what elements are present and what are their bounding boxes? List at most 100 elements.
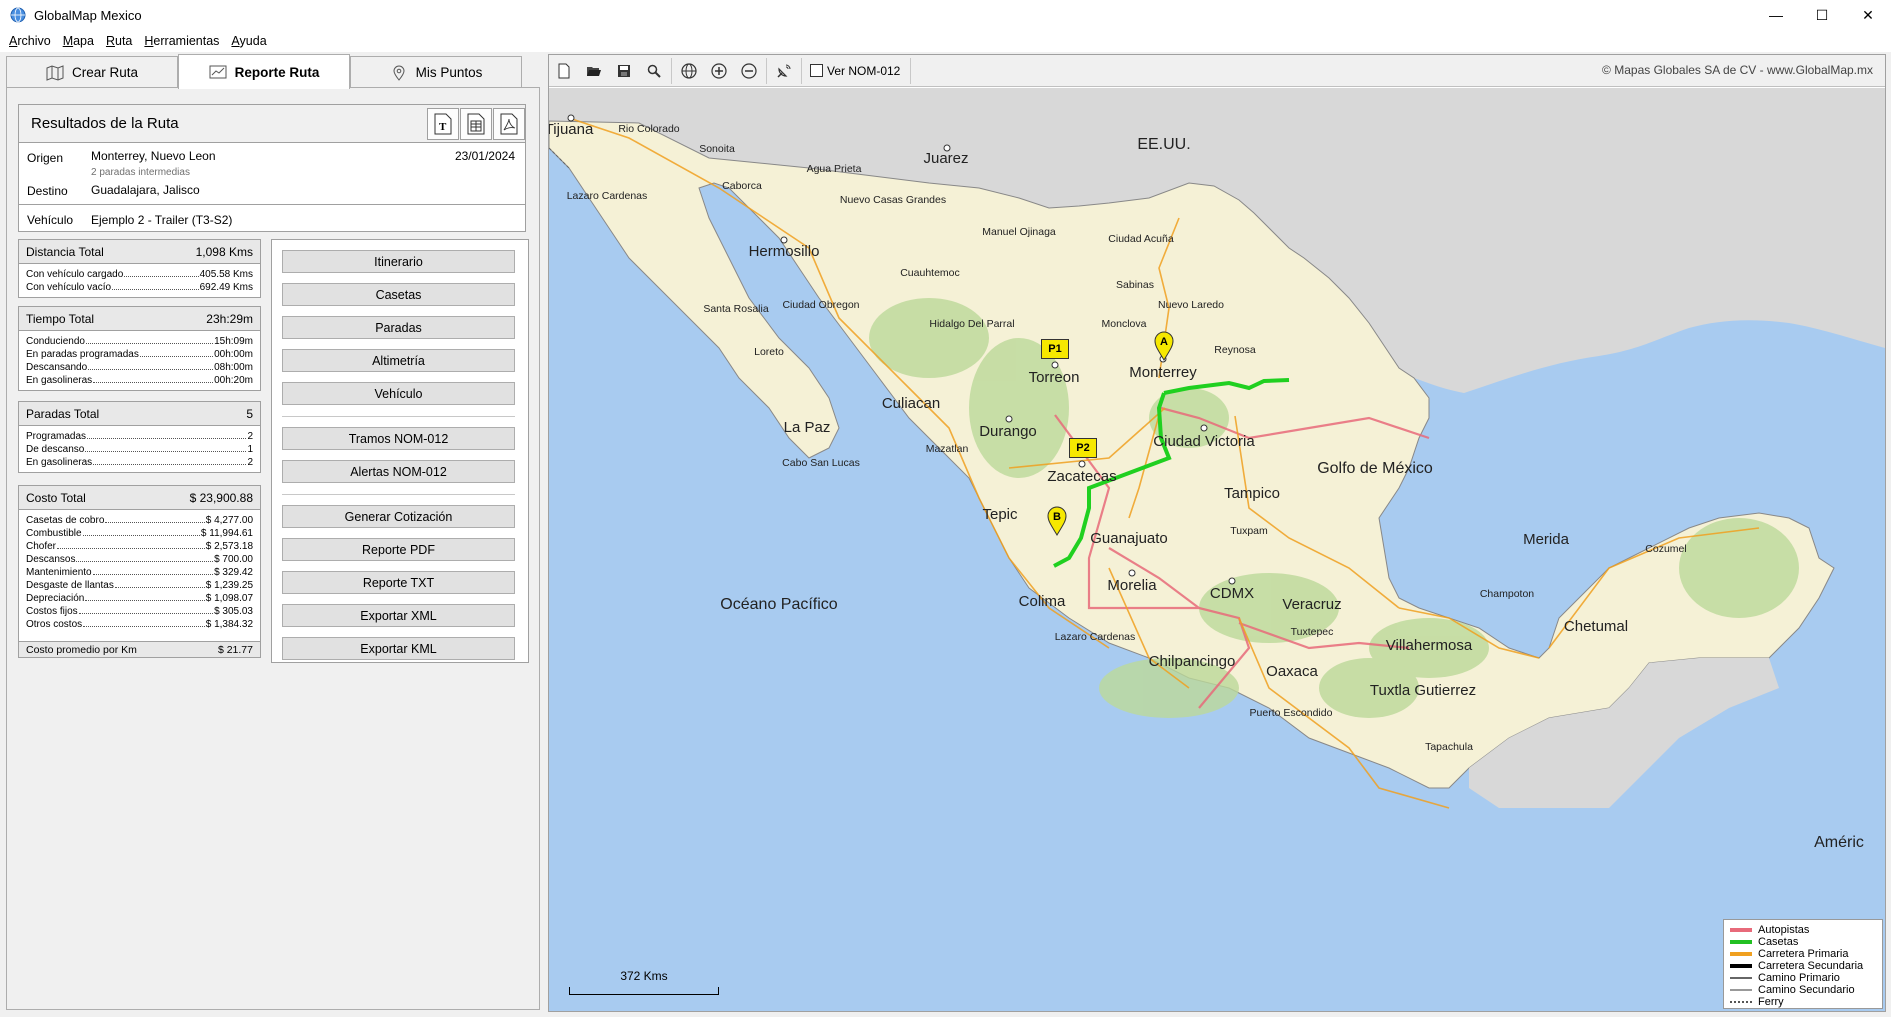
- stat-row: Casetas de cobro $ 4,277.00: [26, 515, 253, 526]
- legend-row: Autopistas: [1730, 924, 1876, 936]
- gulf-label: Golfo de México: [1317, 460, 1433, 477]
- city-label: Tijuana: [549, 121, 594, 138]
- map-legend: Autopistas Casetas Carretera Primaria Ca…: [1723, 919, 1883, 1009]
- chart-report-icon: [209, 65, 227, 79]
- city-label: Nuevo Laredo: [1158, 299, 1224, 311]
- waypoint-p2-marker[interactable]: P2: [1069, 438, 1097, 458]
- legend-swatch-camino-secundario: [1730, 989, 1752, 991]
- button-divider: [282, 416, 515, 417]
- zoom-out-button[interactable]: [734, 57, 764, 85]
- menu-ayuda[interactable]: Ayuda: [225, 34, 272, 48]
- export-pdf-button[interactable]: [493, 108, 525, 140]
- destination-value: Guadalajara, Jalisco: [91, 183, 200, 197]
- distance-title: Distancia Total: [26, 244, 104, 259]
- city-label: Loreto: [754, 346, 784, 358]
- city-dot: [1005, 415, 1013, 423]
- save-button[interactable]: [609, 57, 639, 85]
- report-tab-content: Resultados de la Ruta T Origen Monterrey…: [6, 87, 540, 1010]
- city-label: Colima: [1018, 593, 1066, 610]
- nom012-checkbox[interactable]: Ver NOM-012: [810, 64, 900, 78]
- tramos-nom012-button[interactable]: Tramos NOM-012: [282, 427, 515, 450]
- destination-b-letter: B: [1053, 511, 1061, 523]
- scale-label: 372 Kms: [620, 969, 668, 983]
- close-button[interactable]: ✕: [1845, 0, 1891, 30]
- stat-row: De descanso 1: [26, 444, 253, 455]
- legend-row: Ferry: [1730, 996, 1876, 1008]
- toolbar-separator: [766, 57, 767, 84]
- origin-a-pin[interactable]: A: [1153, 331, 1175, 361]
- city-label: Torreon: [1028, 369, 1080, 386]
- city-label: Sabinas: [1116, 279, 1154, 291]
- map-toolbar: Ver NOM-012 © Mapas Globales SA de CV - …: [549, 55, 1885, 87]
- menu-mapa[interactable]: Mapa: [57, 34, 100, 48]
- menu-herramientas[interactable]: Herramientas: [138, 34, 225, 48]
- maximize-button[interactable]: ☐: [1799, 0, 1845, 30]
- menu-ruta[interactable]: Ruta: [100, 34, 138, 48]
- city-label: Puerto Escondido: [1249, 707, 1333, 719]
- city-label: Cuauhtemoc: [900, 267, 960, 279]
- zoom-in-button[interactable]: [704, 57, 734, 85]
- exportar-kml-button[interactable]: Exportar KML: [282, 637, 515, 660]
- altimetria-button[interactable]: Altimetría: [282, 349, 515, 372]
- city-label: Villahermosa: [1385, 637, 1473, 654]
- window-title: GlobalMap Mexico: [34, 7, 142, 23]
- city-dot: [1200, 424, 1208, 432]
- map-canvas[interactable]: EE.UU. Golfo de México Océano Pacífico A…: [549, 88, 1885, 1011]
- city-label: Morelia: [1107, 577, 1157, 594]
- city-label: Monterrey: [1129, 364, 1197, 381]
- city-label: Ciudad Acuña: [1108, 233, 1174, 245]
- legend-row: Carretera Secundaria: [1730, 960, 1876, 972]
- alertas-nom012-button[interactable]: Alertas NOM-012: [282, 460, 515, 483]
- city-label: Santa Rosalia: [703, 303, 769, 315]
- stops-group: Paradas Total 5 Programadas 2 De descanso 1…: [18, 401, 261, 473]
- stat-row: Programadas 2: [26, 431, 253, 442]
- map-panel: Ver NOM-012 © Mapas Globales SA de CV - …: [548, 54, 1886, 1012]
- scale-line: [569, 987, 719, 995]
- vehiculo-button[interactable]: Vehículo: [282, 382, 515, 405]
- reporte-pdf-button[interactable]: Reporte PDF: [282, 538, 515, 561]
- tab-reporte-ruta[interactable]: Reporte Ruta: [178, 54, 350, 89]
- results-header: Resultados de la Ruta T: [19, 105, 525, 143]
- city-label: Tepic: [982, 506, 1018, 523]
- new-map-button[interactable]: [549, 57, 579, 85]
- new-file-icon: [558, 63, 570, 78]
- legend-row: Carretera Primaria: [1730, 948, 1876, 960]
- stat-row: Conduciendo 15h:09m: [26, 336, 253, 347]
- location-pin-icon: [393, 65, 405, 81]
- vehicle-value: Ejemplo 2 - Trailer (T3-S2): [91, 213, 233, 227]
- tab-crear-ruta[interactable]: Crear Ruta: [6, 56, 178, 88]
- paradas-button[interactable]: Paradas: [282, 316, 515, 339]
- report-actions-panel: Itinerario Casetas Paradas Altimetría Ve…: [271, 239, 529, 663]
- checkbox-box[interactable]: [810, 64, 823, 77]
- export-text-button[interactable]: T: [427, 108, 459, 140]
- open-button[interactable]: [579, 57, 609, 85]
- casetas-button[interactable]: Casetas: [282, 283, 515, 306]
- city-label: Sonoita: [699, 143, 735, 155]
- city-label: Ciudad Victoria: [1153, 433, 1255, 450]
- vehicle-label: Vehículo: [27, 213, 74, 227]
- search-button[interactable]: [639, 57, 669, 85]
- legend-swatch-casetas: [1730, 940, 1752, 944]
- waypoint-p1-marker[interactable]: P1: [1041, 339, 1069, 359]
- city-label: Chetumal: [1563, 618, 1629, 635]
- stat-row: En gasolineras 2: [26, 457, 253, 468]
- minimize-button[interactable]: —: [1753, 0, 1799, 30]
- route-date: 23/01/2024: [454, 149, 515, 163]
- legend-swatch-autopistas: [1730, 928, 1752, 932]
- globe-view-button[interactable]: [674, 57, 704, 85]
- generar-cotizacion-button[interactable]: Generar Cotización: [282, 505, 515, 528]
- export-spreadsheet-button[interactable]: [460, 108, 492, 140]
- destination-b-pin[interactable]: B: [1046, 506, 1068, 536]
- menu-archivo[interactable]: Archivo: [3, 34, 57, 48]
- zoom-out-icon: [741, 62, 757, 79]
- exportar-xml-button[interactable]: Exportar XML: [282, 604, 515, 627]
- destination-label: Destino: [27, 184, 68, 198]
- reporte-txt-button[interactable]: Reporte TXT: [282, 571, 515, 594]
- city-label: Lazaro Cardenas: [1054, 631, 1136, 643]
- satellite-button[interactable]: [769, 57, 799, 85]
- tab-mis-puntos[interactable]: Mis Puntos: [350, 56, 522, 88]
- search-icon: [647, 64, 661, 78]
- itinerario-button[interactable]: Itinerario: [282, 250, 515, 273]
- legend-swatch-carretera-secundaria: [1730, 964, 1752, 968]
- legend-row: Camino Secundario: [1730, 984, 1876, 996]
